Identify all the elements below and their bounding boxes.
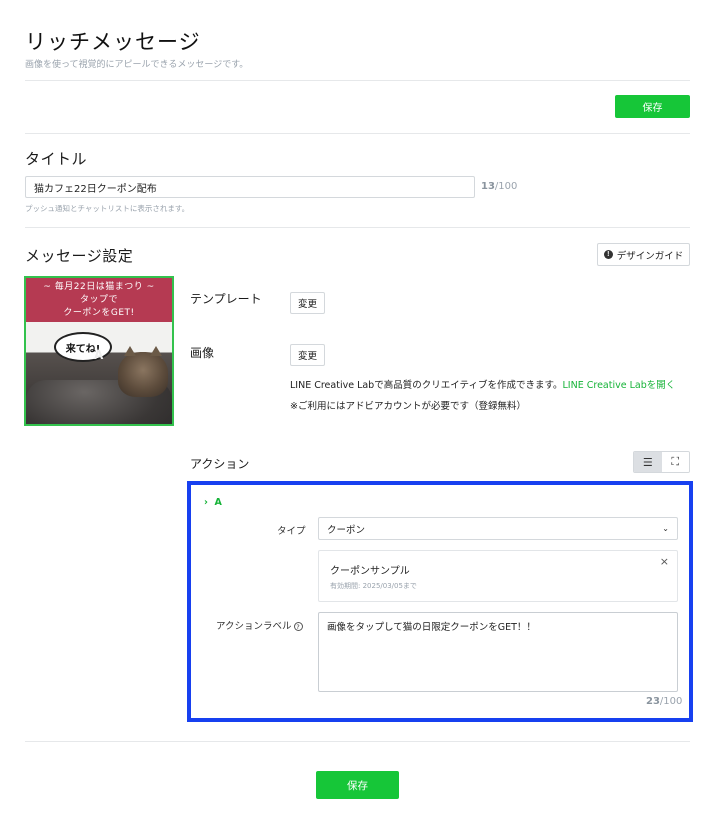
coupon-expiry: 有効期間: 2025/03/05まで	[330, 582, 417, 590]
coupon-name: クーポンサンプル	[330, 566, 410, 577]
coupon-card: クーポンサンプル 有効期間: 2025/03/05まで ×	[318, 550, 678, 602]
page-subtitle: 画像を使って視覚的にアピールできるメッセージです。	[25, 60, 249, 70]
save-button-top[interactable]: 保存	[615, 95, 690, 118]
action-label-textarea[interactable]: 画像をタップして猫の日限定クーポンをGET！！	[318, 612, 678, 692]
banner-line: ~ 毎月22日は猫まつり ~	[43, 282, 155, 292]
preview-photo: 来てね! A	[26, 322, 172, 424]
chevron-down-icon: ⌄	[662, 524, 669, 533]
action-item-label: A	[214, 497, 222, 508]
action-heading: アクション	[190, 457, 250, 471]
action-label-char-count: 23/100	[646, 696, 683, 707]
template-change-button[interactable]: 変更	[290, 292, 325, 314]
design-guide-label: デザインガイド	[616, 250, 684, 262]
image-change-button[interactable]: 変更	[290, 344, 325, 366]
divider	[25, 227, 690, 228]
view-toggle[interactable]: ☰ ⛶	[633, 451, 690, 473]
design-guide-button[interactable]: ! デザインガイド	[597, 243, 690, 266]
divider	[25, 741, 690, 742]
action-panel: › A タイプ クーポン ⌄ クーポンサンプル 有効期間: 2025/03/05…	[187, 481, 693, 722]
cat-image	[118, 346, 168, 397]
action-label-label: アクションラベル?	[216, 618, 303, 632]
title-heading: タイトル	[25, 150, 88, 168]
speech-bubble: 来てね!	[54, 332, 112, 362]
action-label-text: アクションラベル	[216, 621, 292, 632]
preview-banner: ~ 毎月22日は猫まつり ~ タップで クーポンをGET!	[26, 278, 172, 322]
help-icon[interactable]: ?	[293, 622, 303, 631]
title-help-text: プッシュ通知とチャットリストに表示されます。	[25, 204, 190, 213]
close-icon[interactable]: ×	[660, 555, 669, 568]
title-char-count: 13/100	[481, 181, 518, 192]
message-settings-heading: メッセージ設定	[25, 247, 134, 265]
image-label: 画像	[190, 346, 215, 360]
creative-lab-text: LINE Creative Labで高品質のクリエイティブを作成できます。LIN…	[290, 377, 675, 391]
save-button-bottom[interactable]: 保存	[316, 771, 399, 799]
banner-line: タップで	[79, 295, 118, 305]
creative-lab-link[interactable]: LINE Creative Labを開く	[563, 380, 676, 391]
expand-view-icon[interactable]: ⛶	[661, 452, 689, 472]
type-label: タイプ	[277, 526, 306, 537]
info-icon: !	[603, 250, 613, 259]
rich-message-preview[interactable]: ~ 毎月22日は猫まつり ~ タップで クーポンをGET! 来てね! A	[24, 276, 174, 426]
template-label: テンプレート	[190, 292, 262, 306]
title-input[interactable]: 猫カフェ22日クーポン配布	[25, 176, 475, 198]
divider	[25, 133, 690, 134]
creative-lab-description: LINE Creative Labで高品質のクリエイティブを作成できます。	[290, 380, 563, 391]
action-item-header[interactable]: › A	[204, 497, 222, 508]
divider	[25, 80, 690, 81]
chevron-right-icon: ›	[204, 497, 208, 508]
list-view-icon[interactable]: ☰	[634, 452, 662, 472]
area-letter: A	[94, 348, 104, 362]
type-select-value: クーポン	[327, 524, 366, 536]
page-title: リッチメッセージ	[25, 30, 201, 54]
type-select[interactable]: クーポン ⌄	[318, 517, 678, 540]
banner-line: クーポンをGET!	[63, 308, 135, 318]
adobe-note: ※ご利用にはアドビアカウントが必要です（登録無料）	[290, 401, 526, 412]
